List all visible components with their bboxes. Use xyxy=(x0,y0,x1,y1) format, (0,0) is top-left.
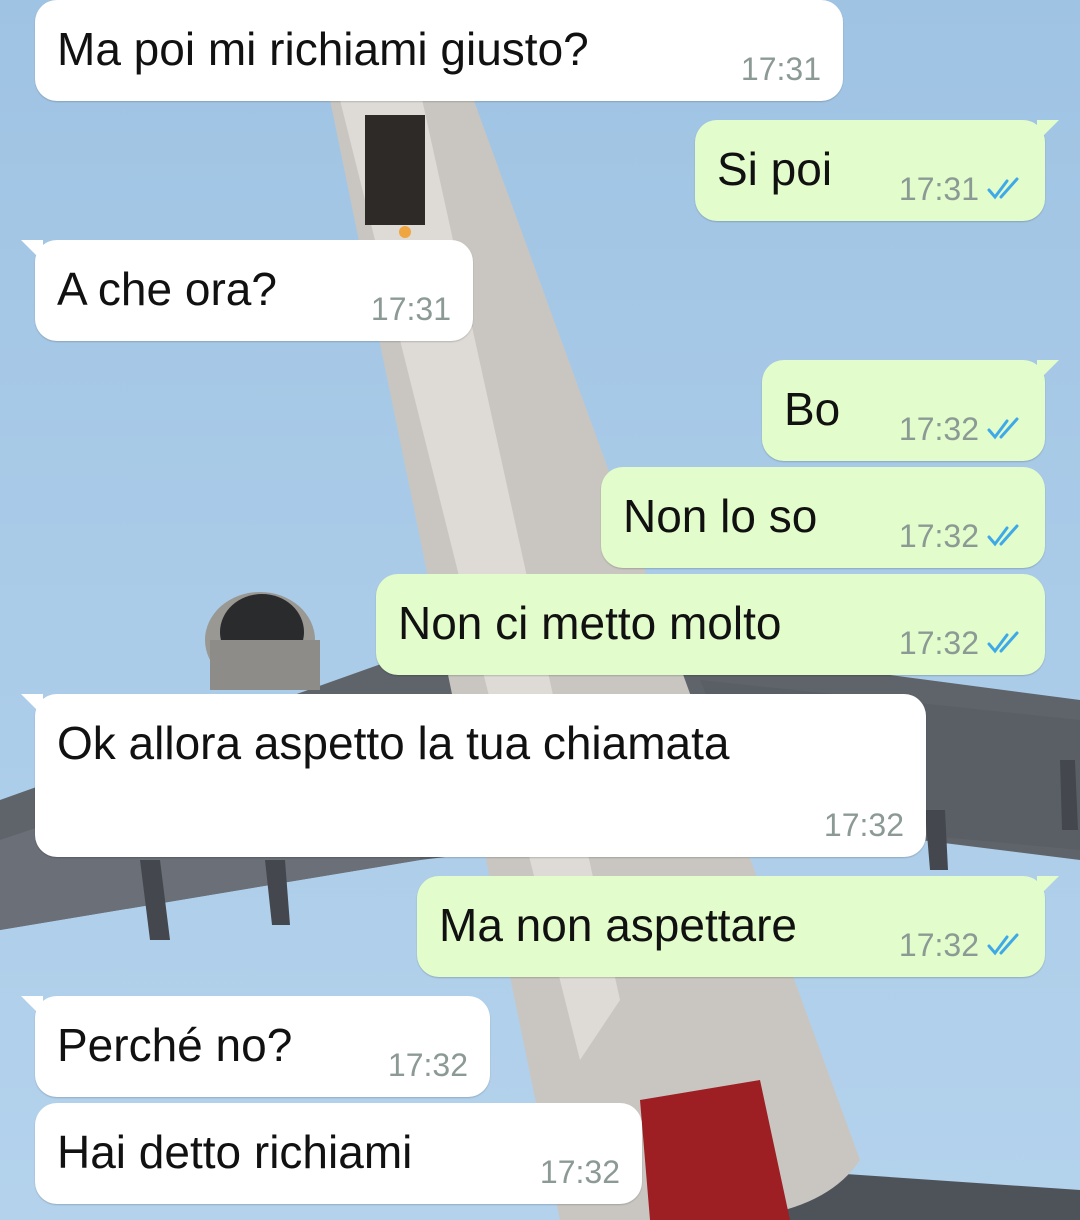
message-meta: 17:32 xyxy=(899,625,1025,661)
message-text: Perché no? xyxy=(57,1019,293,1071)
message-time: 17:32 xyxy=(539,1154,620,1190)
message-bubble-outgoing[interactable]: Ma non aspettare 17:32 xyxy=(417,876,1059,977)
message-text: Ma poi mi richiami giusto? xyxy=(57,23,589,75)
message-bubble-incoming[interactable]: Ok allora aspetto la tua chiamata 17:32 xyxy=(21,694,926,857)
message-text: Ma non aspettare xyxy=(439,899,798,951)
double-check-read-icon xyxy=(987,933,1019,956)
message-time: 17:32 xyxy=(898,518,979,554)
message-time: 17:31 xyxy=(740,51,821,87)
message-meta: 17:32 xyxy=(899,411,1025,447)
message-bubble-outgoing[interactable]: Si poi 17:31 xyxy=(695,120,1059,221)
message-bubble-outgoing[interactable]: Non ci metto molto 17:32 xyxy=(376,574,1045,675)
message-text: Hai detto richiami xyxy=(57,1126,413,1178)
message-meta: 17:32 xyxy=(824,807,904,843)
message-meta: 17:32 xyxy=(899,518,1025,554)
message-time: 17:32 xyxy=(898,411,979,447)
message-bubble-incoming[interactable]: A che ora? 17:31 xyxy=(21,240,473,341)
double-check-read-icon xyxy=(987,417,1019,440)
message-time: 17:31 xyxy=(898,171,979,207)
message-meta: 17:32 xyxy=(388,1047,468,1083)
message-bubble-outgoing[interactable]: Bo 17:32 xyxy=(762,360,1059,461)
message-bubble-incoming[interactable]: Hai detto richiami 17:32 xyxy=(35,1103,642,1204)
message-meta: 17:31 xyxy=(371,291,451,327)
message-text: A che ora? xyxy=(57,263,277,315)
message-time: 17:32 xyxy=(898,625,979,661)
message-bubble-incoming[interactable]: Perché no? 17:32 xyxy=(21,996,490,1097)
message-meta: 17:31 xyxy=(899,171,1025,207)
message-meta: 17:32 xyxy=(540,1154,620,1190)
message-meta: 17:32 xyxy=(899,927,1025,963)
message-text: Bo xyxy=(784,383,841,435)
message-time: 17:32 xyxy=(823,807,904,843)
message-time: 17:32 xyxy=(387,1047,468,1083)
message-meta: 17:31 xyxy=(741,51,821,87)
message-text: Non lo so xyxy=(623,490,818,542)
message-text: Ok allora aspetto la tua chiamata xyxy=(57,717,730,769)
message-bubble-incoming[interactable]: Ma poi mi richiami giusto? 17:31 xyxy=(35,0,843,101)
message-text: Non ci metto molto xyxy=(398,597,782,649)
message-time: 17:31 xyxy=(370,291,451,327)
message-text: Si poi xyxy=(717,143,833,195)
double-check-read-icon xyxy=(987,524,1019,547)
double-check-read-icon xyxy=(987,631,1019,654)
message-bubble-outgoing[interactable]: Non lo so 17:32 xyxy=(601,467,1045,568)
message-time: 17:32 xyxy=(898,927,979,963)
double-check-read-icon xyxy=(987,177,1019,200)
